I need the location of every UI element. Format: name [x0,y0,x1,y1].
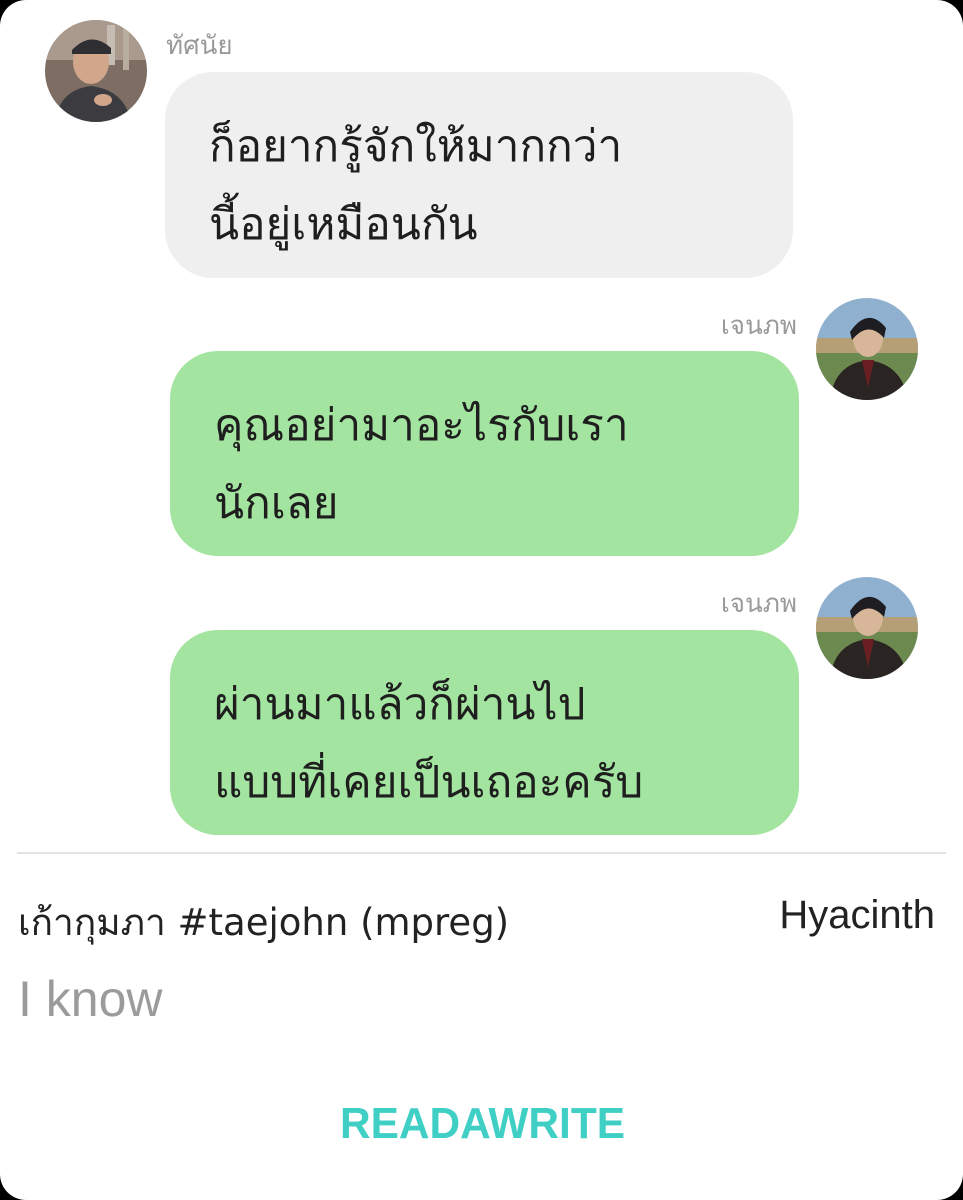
avatar-outgoing-icon[interactable] [816,298,918,400]
sender-name: ทัศนัย [166,31,233,61]
avatar-outgoing-icon[interactable] [816,577,918,679]
message-bubble-outgoing[interactable]: ผ่านมาแล้วก็ผ่านไป แบบที่เคยเป็นเถอะครับ [170,630,799,835]
sender-name: เจนภพ [720,589,797,619]
chapter-title[interactable]: I know [18,970,163,1028]
avatar-incoming-icon[interactable] [45,20,147,122]
message-line: ผ่านมาแล้วก็ผ่านไป [214,679,586,730]
readawrite-logo: READAWRITE [340,1088,625,1148]
message-bubble-outgoing[interactable]: คุณอย่ามาอะไรกับเรา นักเลย [170,351,799,556]
message-line: นี้อยู่เหมือนกัน [209,199,478,250]
message-bubble-incoming[interactable]: ก็อยากรู้จักให้มากกว่า นี้อยู่เหมือนกัน [165,72,793,278]
message-line: คุณอย่ามาอะไรกับเรา [214,400,629,451]
divider [17,852,946,854]
message-line: ก็อยากรู้จักให้มากกว่า [209,121,623,172]
chat-card: ทัศนัย ก็อยากรู้จักให้มากกว่า นี้อยู่เหม… [0,0,963,1200]
story-title[interactable]: เก้ากุมภา #taejohn (mpreg) [18,893,509,952]
logo-text: READAWRITE [340,1099,625,1146]
message-line: นักเลย [214,478,339,529]
story-author[interactable]: Hyacinth [779,893,935,938]
sender-name: เจนภพ [720,311,797,341]
message-line: แบบที่เคยเป็นเถอะครับ [214,757,644,808]
